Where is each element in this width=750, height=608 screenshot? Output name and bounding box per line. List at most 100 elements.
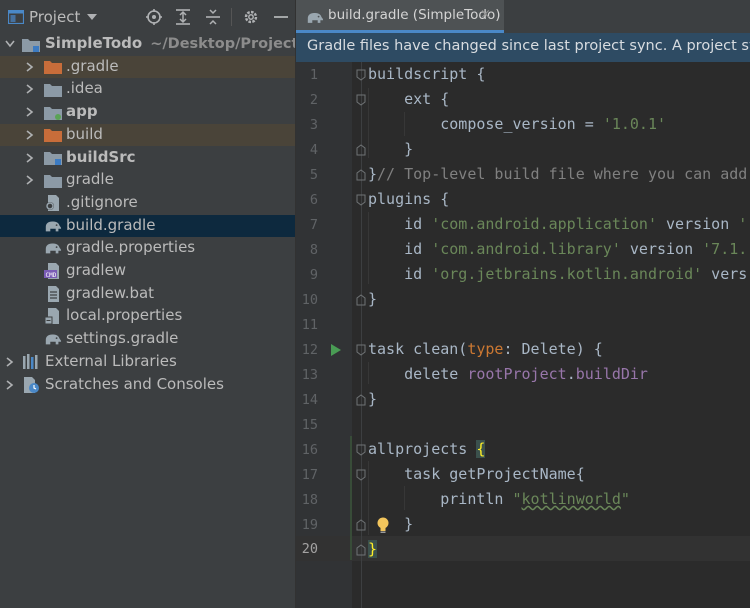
- chevron-right-icon[interactable]: [24, 174, 36, 186]
- code-line-19[interactable]: }: [368, 515, 413, 533]
- tree-item-idea[interactable]: .idea: [0, 78, 295, 101]
- code-line-10[interactable]: }: [368, 290, 377, 308]
- fold-end-icon[interactable]: [356, 544, 366, 556]
- line-number: 12: [301, 342, 318, 358]
- code-line-4[interactable]: }: [368, 140, 413, 158]
- tree-item-gitignore[interactable]: .gitignore: [0, 192, 295, 215]
- code-line-18[interactable]: println "kotlinworld": [368, 490, 630, 508]
- hide-icon[interactable]: [270, 0, 292, 33]
- code-token: id: [368, 265, 432, 283]
- tree-item-label: External Libraries: [45, 351, 177, 370]
- chevron-right-icon[interactable]: [24, 61, 36, 73]
- code-token: buildscript: [368, 65, 468, 83]
- code-line-13[interactable]: delete rootProject.buildDir: [368, 365, 648, 383]
- code-line-14[interactable]: }: [368, 390, 377, 408]
- fold-marker-icon[interactable]: [356, 444, 366, 456]
- chevron-right-icon[interactable]: [4, 379, 16, 391]
- code-line-12[interactable]: task clean(type: Delete) {: [368, 340, 603, 358]
- line-number: 7: [309, 217, 318, 233]
- code-line-3[interactable]: compose_version = '1.0.1': [368, 115, 666, 133]
- line-number: 4: [309, 142, 318, 158]
- fold-end-icon[interactable]: [356, 294, 366, 306]
- matched-brace: }: [368, 540, 378, 558]
- code-line-8[interactable]: id 'com.android.library' version '7.1.: [368, 240, 747, 258]
- code-string: ": [512, 490, 522, 508]
- code-token: id: [368, 215, 432, 233]
- tree-item-label: gradle.properties: [66, 238, 196, 257]
- code-line-1[interactable]: buildscript {: [368, 65, 485, 83]
- gear-icon[interactable]: [240, 0, 262, 33]
- code-token: {: [467, 65, 486, 83]
- chevron-right-icon[interactable]: [24, 106, 36, 118]
- line-number: 15: [301, 417, 318, 433]
- code-token: .: [566, 365, 576, 383]
- code-token: compose_version =: [368, 115, 603, 133]
- fold-end-icon[interactable]: [356, 169, 366, 181]
- code-line-2[interactable]: ext {: [368, 90, 449, 108]
- fold-marker-icon[interactable]: [356, 469, 366, 481]
- code-line-5[interactable]: }// Top-level build file where you can a…: [368, 165, 747, 183]
- project-toolbar: Project: [0, 0, 295, 33]
- tree-item-settings-gradle[interactable]: settings.gradle: [0, 328, 295, 351]
- line-number: 2: [309, 92, 318, 108]
- tree-item-app[interactable]: app: [0, 101, 295, 124]
- chevron-down-icon[interactable]: [4, 38, 16, 50]
- fold-end-icon[interactable]: [356, 519, 366, 531]
- code-token: }: [368, 515, 414, 533]
- fold-marker-icon[interactable]: [356, 344, 366, 356]
- tree-item-buildsrc[interactable]: buildSrc: [0, 147, 295, 170]
- project-view-title[interactable]: Project: [29, 0, 80, 33]
- expand-all-icon[interactable]: [172, 0, 194, 33]
- chevron-right-icon[interactable]: [24, 83, 36, 95]
- line-number: 20: [301, 541, 318, 557]
- tree-item-gradle-properties[interactable]: gradle.properties: [0, 237, 295, 260]
- code-line-7[interactable]: id 'com.android.application' version ': [368, 215, 747, 233]
- tree-root-simpletodo[interactable]: SimpleTodo~/Desktop/Projects/Sir: [0, 33, 295, 56]
- fold-marker-icon[interactable]: [356, 94, 366, 106]
- locate-icon[interactable]: [143, 0, 165, 33]
- fold-end-icon[interactable]: [356, 144, 366, 156]
- collapse-all-icon[interactable]: [202, 0, 224, 33]
- code-string: 'com.android.library': [431, 240, 621, 258]
- tree-item-local-properties[interactable]: local.properties: [0, 305, 295, 328]
- tab-label: build.gradle (SimpleTodo): [328, 7, 501, 23]
- code-string: 'org.jetbrains.kotlin.android': [431, 265, 703, 283]
- code-line-16[interactable]: allprojects {: [368, 440, 486, 458]
- line-number: 3: [309, 117, 318, 133]
- toolbar-separator: [231, 8, 232, 26]
- tree-item-build[interactable]: build: [0, 123, 295, 147]
- run-icon[interactable]: [330, 343, 342, 357]
- properties-file-icon: [44, 308, 62, 325]
- tree-item-label: build.gradle: [66, 215, 156, 234]
- dropdown-chevron-icon[interactable]: [84, 0, 100, 33]
- fold-end-icon[interactable]: [356, 394, 366, 406]
- code-line-9[interactable]: id 'org.jetbrains.kotlin.android' vers: [368, 265, 747, 283]
- tab-build-gradle[interactable]: build.gradle (SimpleTodo) ×: [296, 0, 504, 33]
- vcs-change-marker[interactable]: [350, 436, 352, 560]
- tree-item-build-gradle[interactable]: build.gradle: [0, 214, 295, 238]
- tree-item-gradlew[interactable]: CMD gradlew: [0, 260, 295, 283]
- line-number: 11: [301, 317, 318, 333]
- tree-item-label: .gitignore: [66, 192, 138, 211]
- tree-item-gradle[interactable]: gradle: [0, 169, 295, 192]
- chevron-right-icon[interactable]: [4, 356, 16, 368]
- code-string-typo: kotlinworld: [521, 490, 621, 508]
- tree-item-external-libraries[interactable]: External Libraries: [0, 351, 295, 374]
- code-line-20[interactable]: }: [368, 540, 378, 558]
- code-token: id: [368, 240, 432, 258]
- tree-item-label: .idea: [66, 79, 103, 98]
- chevron-right-icon[interactable]: [24, 129, 36, 141]
- fold-marker-icon[interactable]: [356, 69, 366, 81]
- module-folder-icon: [22, 36, 40, 52]
- code-line-6[interactable]: plugins {: [368, 190, 449, 208]
- fold-marker-icon[interactable]: [356, 194, 366, 206]
- tree-item-dot-gradle[interactable]: .gradle: [0, 55, 295, 79]
- code-line-17[interactable]: task getProjectName{: [368, 465, 585, 483]
- chevron-right-icon[interactable]: [24, 152, 36, 164]
- close-icon[interactable]: ×: [480, 7, 491, 22]
- tree-item-gradlew-bat[interactable]: gradlew.bat: [0, 283, 295, 306]
- folder-orange-icon: [44, 127, 62, 143]
- tree-item-scratches[interactable]: Scratches and Consoles: [0, 374, 295, 397]
- line-number: 13: [301, 367, 318, 383]
